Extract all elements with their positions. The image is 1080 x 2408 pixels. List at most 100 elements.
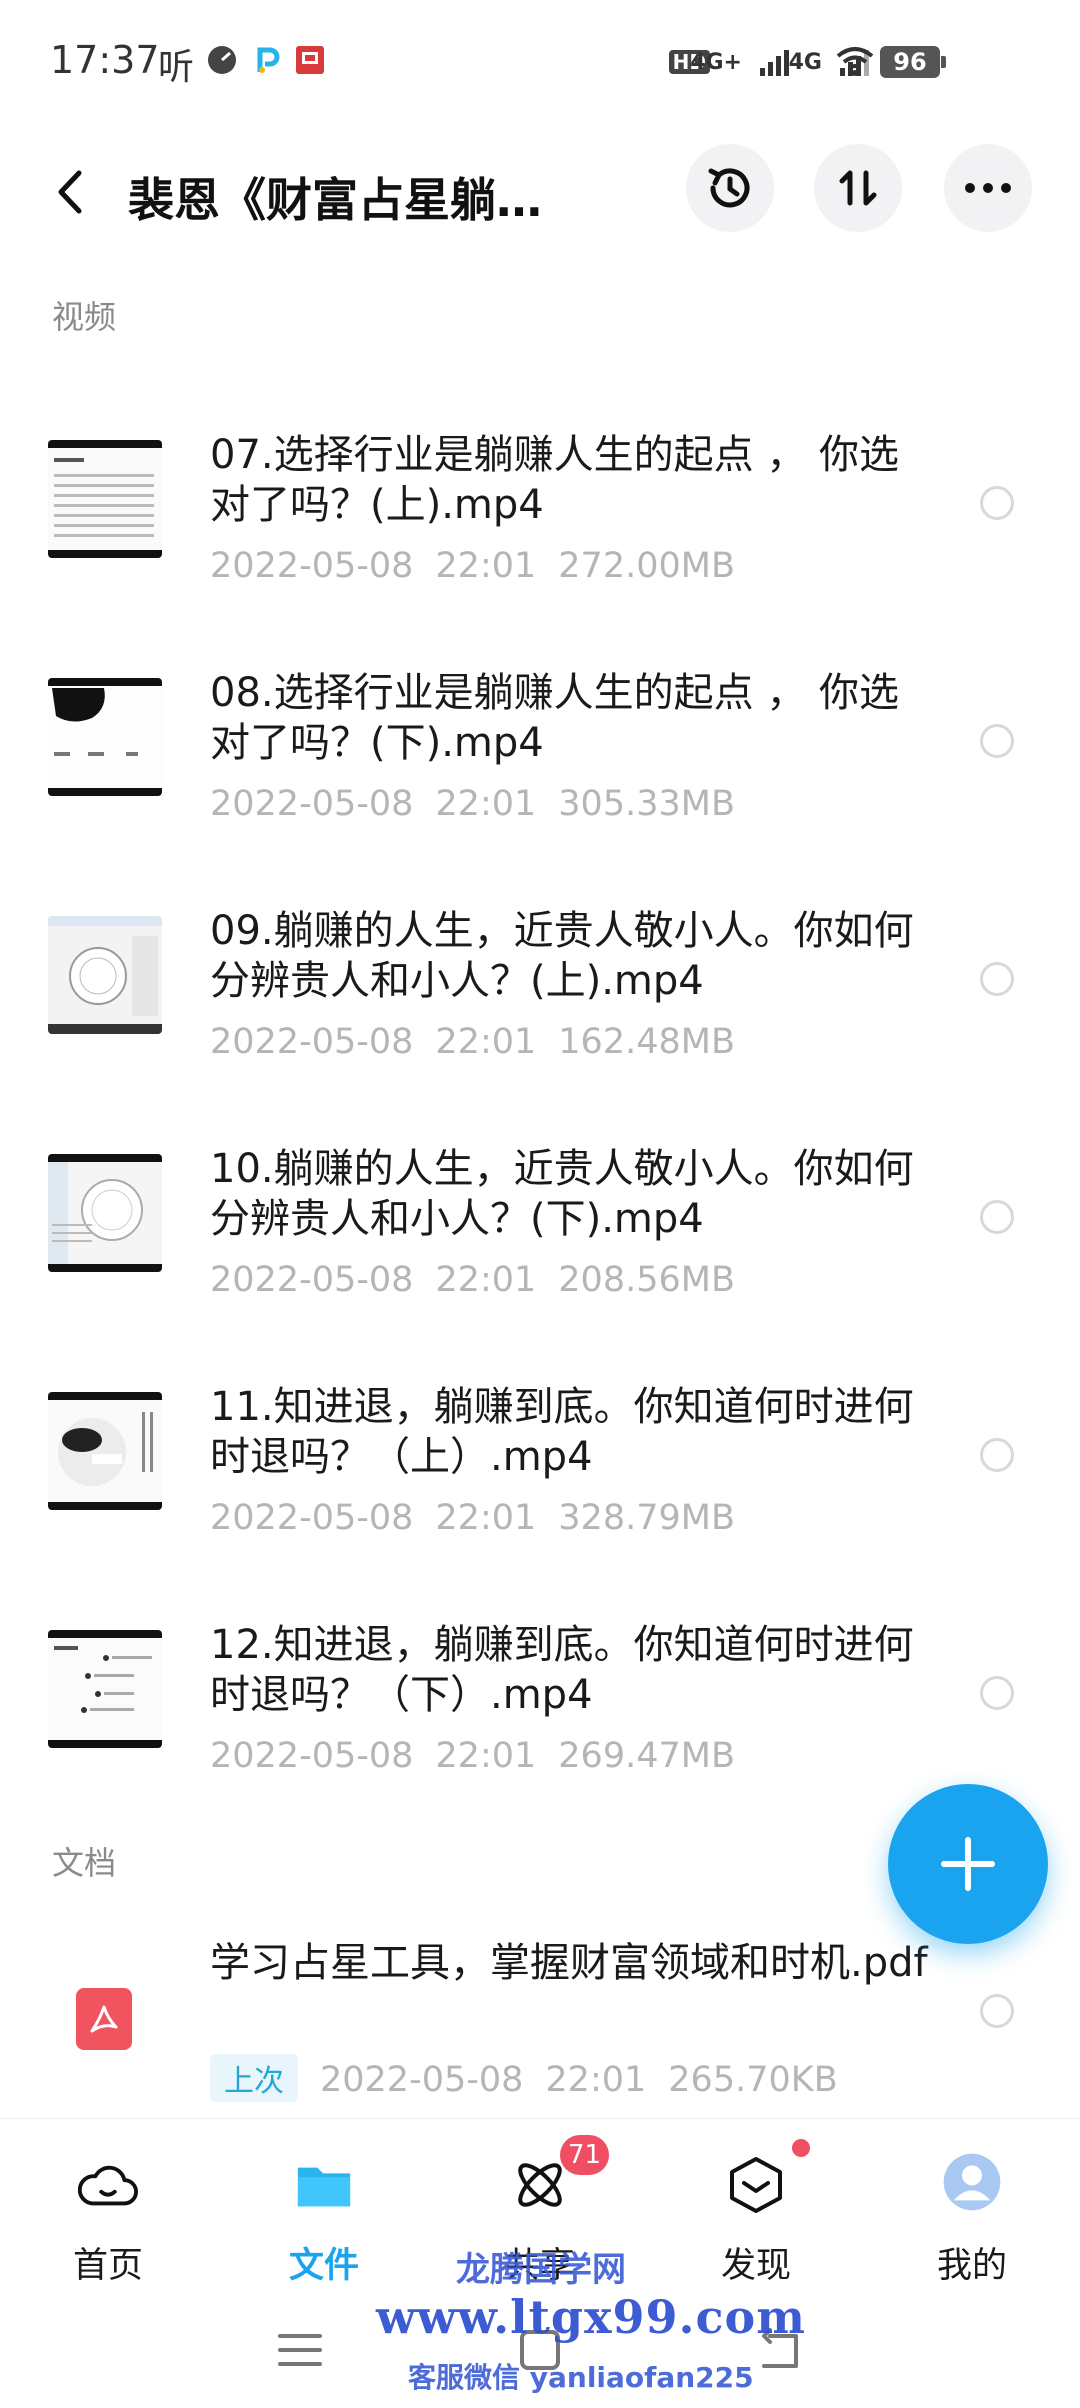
- video-meta: 2022-05-08 22:01 269.47MB: [210, 1736, 757, 1776]
- wifi-icon: [836, 47, 874, 76]
- video-meta: 2022-05-08 22:01 272.00MB: [210, 546, 757, 586]
- video-thumbnail: [48, 916, 162, 1034]
- video-thumbnail: [48, 678, 162, 796]
- cloud-icon: [78, 2155, 138, 2215]
- video-time: 22:01: [435, 546, 537, 586]
- network-2-label: 4G: [788, 49, 822, 75]
- last-opened-badge: 上次: [210, 2054, 298, 2102]
- hamburger-icon: [278, 2334, 322, 2366]
- back-button[interactable]: [40, 162, 100, 222]
- folder-icon: [294, 2155, 354, 2215]
- nav-files-label: 文件: [288, 2246, 359, 2286]
- header: 裴恩《财富占星躺…: [0, 140, 1080, 240]
- history-button[interactable]: [686, 144, 774, 232]
- nav-discover-label: 发现: [720, 2246, 791, 2286]
- nav-home[interactable]: 首页: [38, 2119, 178, 2289]
- more-button[interactable]: [944, 144, 1032, 232]
- select-radio[interactable]: [980, 1200, 1014, 1234]
- video-name: 10.躺赚的人生，近贵人敬小人。你如何分辨贵人和小人？(下).mp4: [210, 1146, 914, 1242]
- video-thumbnail: [48, 1630, 162, 1748]
- more-dots-icon: [965, 183, 1011, 193]
- nav-me[interactable]: 我的: [902, 2119, 1042, 2289]
- select-radio[interactable]: [980, 724, 1014, 758]
- document-name: 学习占星工具，掌握财富领域和时机.pdf: [210, 1940, 928, 1986]
- select-radio[interactable]: [980, 1438, 1014, 1472]
- video-date: 2022-05-08: [210, 1022, 414, 1062]
- video-section-label: 视频: [52, 298, 117, 336]
- video-size: 305.33MB: [558, 784, 735, 824]
- video-time: 22:01: [435, 1022, 537, 1062]
- video-thumbnail: [48, 1392, 162, 1510]
- menu-nav-button[interactable]: [270, 2320, 330, 2380]
- app-p-icon: [257, 47, 280, 73]
- status-listen-label: 听: [158, 47, 195, 88]
- video-size: 269.47MB: [558, 1736, 735, 1776]
- select-radio[interactable]: [980, 486, 1014, 520]
- video-size: 162.48MB: [558, 1022, 735, 1062]
- video-name: 08.选择行业是躺赚人生的起点 ， 你选对了吗？(下).mp4: [210, 670, 900, 766]
- video-item[interactable]: 10.躺赚的人生，近贵人敬小人。你如何分辨贵人和小人？(下).mp4 2022-…: [0, 1144, 1080, 1344]
- watermark-contact: 客服微信 yanliaofan225: [408, 2361, 754, 2394]
- video-meta: 2022-05-08 22:01 162.48MB: [210, 1022, 757, 1062]
- page-title: 裴恩《财富占星躺…: [128, 173, 542, 227]
- document-size: 265.70KB: [668, 2060, 838, 2100]
- nav-me-label: 我的: [936, 2246, 1007, 2286]
- select-radio[interactable]: [980, 1994, 1014, 2028]
- video-time: 22:01: [435, 1260, 537, 1300]
- speedometer-icon: [208, 46, 236, 74]
- app-red-logo-icon: [296, 46, 324, 74]
- signal-1: 4G+: [690, 44, 790, 80]
- video-item[interactable]: 08.选择行业是躺赚人生的起点 ， 你选对了吗？(下).mp4 2022-05-…: [0, 668, 1080, 868]
- network-1-label: 4G+: [690, 49, 742, 75]
- video-item[interactable]: 12.知进退，躺赚到底。你知道何时进何时退吗？（下）.mp4 2022-05-0…: [0, 1620, 1080, 1820]
- select-radio[interactable]: [980, 1676, 1014, 1710]
- chevron-left-icon: [58, 170, 82, 214]
- document-item[interactable]: 学习占星工具，掌握财富领域和时机.pdf 上次 2022-05-08 22:01 26…: [0, 1938, 1080, 2138]
- share-count-badge: 71: [560, 2135, 610, 2175]
- select-radio[interactable]: [980, 962, 1014, 996]
- video-name: 09.躺赚的人生，近贵人敬小人。你如何分辨贵人和小人？(上).mp4: [210, 908, 914, 1004]
- video-name: 11.知进退，躺赚到底。你知道何时进何时退吗？（上）.mp4: [210, 1384, 914, 1480]
- video-item[interactable]: 07.选择行业是躺赚人生的起点 ， 你选对了吗？(上).mp4 2022-05-…: [0, 430, 1080, 630]
- nav-home-label: 首页: [72, 2246, 143, 2286]
- atom-icon: [510, 2155, 570, 2215]
- signal-bars-icon: [760, 50, 789, 76]
- document-date: 2022-05-08: [320, 2060, 524, 2100]
- status-time: 17:37: [50, 38, 160, 82]
- video-thumbnail: [48, 1154, 162, 1272]
- sort-icon: [839, 170, 877, 206]
- video-size: 328.79MB: [558, 1498, 735, 1538]
- sort-button[interactable]: [814, 144, 902, 232]
- video-name: 12.知进退，躺赚到底。你知道何时进何时退吗？（下）.mp4: [210, 1622, 914, 1718]
- pdf-file-icon: [76, 1988, 132, 2050]
- video-name: 07.选择行业是躺赚人生的起点 ， 你选对了吗？(上).mp4: [210, 432, 900, 528]
- battery-indicator: 96: [880, 46, 946, 78]
- video-meta: 2022-05-08 22:01 208.56MB: [210, 1260, 757, 1300]
- video-time: 22:01: [435, 1498, 537, 1538]
- watermark-site-name: 龙腾国学网: [456, 2250, 626, 2290]
- video-thumbnail: [48, 440, 162, 558]
- cube-icon: [726, 2155, 786, 2215]
- video-item[interactable]: 09.躺赚的人生，近贵人敬小人。你如何分辨贵人和小人？(上).mp4 2022-…: [0, 906, 1080, 1106]
- document-time: 22:01: [545, 2060, 647, 2100]
- video-date: 2022-05-08: [210, 1736, 414, 1776]
- video-meta: 2022-05-08 22:01 328.79MB: [210, 1498, 757, 1538]
- video-date: 2022-05-08: [210, 1260, 414, 1300]
- nav-discover[interactable]: 发现: [686, 2119, 826, 2289]
- status-bar: 17:37 听 HD 4G+ 4G 96: [0, 0, 1080, 130]
- nav-files[interactable]: 文件: [254, 2119, 394, 2289]
- add-fab-button[interactable]: [888, 1784, 1048, 1944]
- video-item[interactable]: 11.知进退，躺赚到底。你知道何时进何时退吗？（上）.mp4 2022-05-0…: [0, 1382, 1080, 1582]
- video-time: 22:01: [435, 784, 537, 824]
- video-date: 2022-05-08: [210, 1498, 414, 1538]
- history-icon: [708, 168, 750, 208]
- video-date: 2022-05-08: [210, 784, 414, 824]
- watermark-url: www.ltgx99.com: [376, 2290, 806, 2344]
- document-section-label: 文档: [52, 1844, 117, 1882]
- avatar-icon: [942, 2153, 1002, 2215]
- discover-notification-dot: [792, 2139, 810, 2157]
- plus-icon: [941, 1837, 995, 1891]
- video-size: 208.56MB: [558, 1260, 735, 1300]
- video-size: 272.00MB: [558, 546, 735, 586]
- video-meta: 2022-05-08 22:01 305.33MB: [210, 784, 757, 824]
